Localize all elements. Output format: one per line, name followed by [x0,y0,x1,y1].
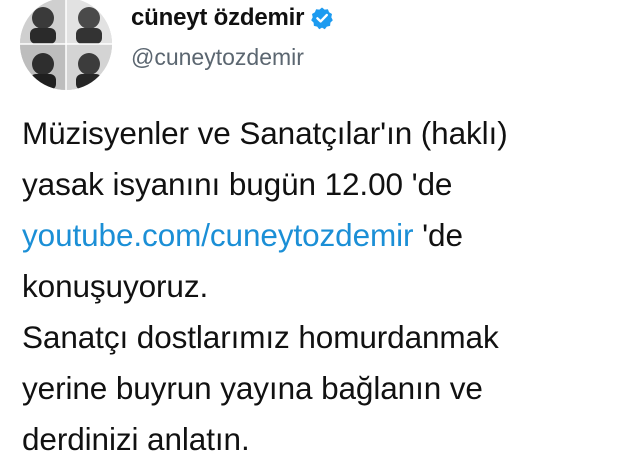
tweet-line: yasak isyanını bugün 12.00 'de [22,166,453,202]
author-avatar[interactable] [20,0,112,90]
tweet-line: Sanatçı dostlarımız homurdanmak [22,319,499,355]
youtube-link[interactable]: youtube.com/cuneytozdemir [22,217,414,253]
avatar-collage-image [20,0,112,90]
tweet-line-with-link: youtube.com/cuneytozdemir 'de [22,210,632,261]
tweet-card: cüneyt özdemir @cuneytozdemir Müzisyenle… [0,0,640,471]
tweet-line: Müzisyenler ve Sanatçılar'ın (haklı) [22,115,508,151]
verified-badge-icon [310,6,334,30]
tweet-body: Müzisyenler ve Sanatçılar'ın (haklı) yas… [22,108,632,465]
author-display-name[interactable]: cüneyt özdemir [131,4,304,32]
tweet-text-fragment: 'de [413,217,463,253]
tweet-line: konuşuyoruz. [22,268,209,304]
tweet-line: yerine buyrun yayına bağlanın ve [22,370,483,406]
author-name-row: cüneyt özdemir [131,1,334,35]
tweet-line: derdinizi anlatın. [22,421,250,457]
author-handle[interactable]: @cuneytozdemir [131,44,304,71]
